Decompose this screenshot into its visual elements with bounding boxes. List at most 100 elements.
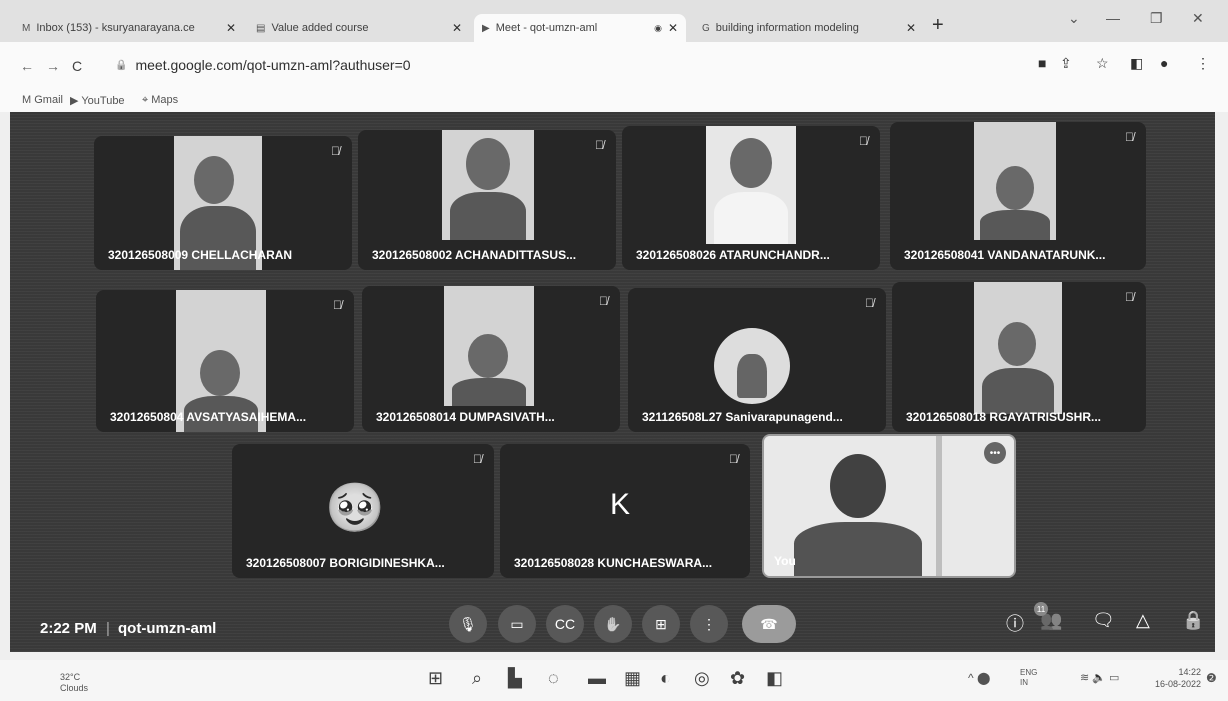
profile-avatar[interactable]: ● (1160, 55, 1168, 71)
meeting-time: 2:22 PM (40, 620, 97, 637)
mic-off-icon: 🎙̸ (729, 452, 738, 466)
store-icon[interactable]: ▦ (624, 668, 641, 689)
meeting-code: qot-umzn-aml (118, 620, 217, 637)
mic-off-icon: 🎙̸ (865, 296, 874, 310)
mic-icon: 🎙 (459, 615, 477, 632)
app-icon-2[interactable]: ✿ (730, 668, 745, 689)
participant-tile[interactable]: K 🎙̸ 320126508028 KUNCHAESWARA... (500, 444, 750, 578)
network-volume-battery-icon[interactable]: ≋ 🔈 ▭ (1080, 671, 1119, 684)
mic-off-icon: 🎙̸ (1125, 130, 1134, 144)
notification-icon[interactable]: ❷ (1206, 671, 1217, 685)
chrome-icon[interactable]: ◎ (694, 668, 710, 689)
participant-name: 320126508002 ACHANADITTASUS... (372, 248, 577, 262)
maps-icon: ⌖ (142, 94, 152, 106)
tab-close-button[interactable]: ✕ (226, 21, 236, 35)
participant-tile[interactable]: 🎙̸ 320126508009 CHELLACHARAN (94, 136, 352, 270)
captions-button[interactable]: CC (546, 605, 584, 643)
weather-widget[interactable]: 32°C Clouds (60, 672, 88, 694)
tray-chevron-icon[interactable]: ^ ⬤ (968, 671, 990, 685)
tab-gmail[interactable]: M Inbox (153) - ksuryanarayana.ce ✕ (14, 14, 244, 42)
participant-name: 320126508018 RGAYATRISUSHR... (906, 410, 1101, 424)
more-button[interactable]: ⋮ (690, 605, 728, 643)
chevron-down-icon[interactable]: ⌄ (1068, 10, 1080, 27)
participant-name: 321126508L27 Sanivarapunagend... (642, 410, 843, 424)
emoji-avatar: 🥹 (325, 481, 385, 535)
system-clock[interactable]: 14:22 16-08-2022 (1155, 666, 1201, 690)
chat-button[interactable]: 🗨 (1092, 610, 1115, 631)
back-button[interactable]: ← (20, 58, 34, 74)
mic-button[interactable]: 🎙 (449, 605, 487, 643)
weather-condition: Clouds (60, 683, 89, 693)
participant-name: 320126508041 VANDANATARUNK... (904, 248, 1106, 262)
taskview-icon[interactable]: ▙ (508, 668, 522, 689)
participant-tile[interactable]: 🎙̸ 320126508014 DUMPASIVATH... (362, 286, 620, 432)
raise-hand-button[interactable]: ✋ (594, 605, 632, 643)
gmail-icon: M (22, 94, 35, 106)
participant-tile[interactable]: 🎙̸ 320126508041 VANDANATARUNK... (890, 122, 1146, 270)
leave-call-button[interactable]: ☎ (742, 605, 796, 643)
sidepanel-icon[interactable]: ◧ (1130, 55, 1143, 72)
chat-app-icon[interactable]: ◌ (548, 668, 559, 689)
tab-close-button[interactable]: ✕ (906, 21, 916, 35)
explorer-icon[interactable]: ▬ (588, 668, 606, 689)
participant-tile[interactable]: 🎙̸ 321126508L27 Sanivarapunagend... (628, 288, 886, 432)
participant-tile[interactable]: 🎙̸ 32012650804 AVSATYASAIHEMA... (96, 290, 354, 432)
recording-dot-icon: ◉ (654, 22, 662, 33)
mic-off-icon: 🎙̸ (331, 144, 340, 158)
tab-close-button[interactable]: ✕ (452, 21, 462, 35)
mic-off-icon: 🎙̸ (333, 298, 342, 312)
info-button[interactable]: ⓘ (1006, 610, 1024, 636)
app-icon-3[interactable]: ◧ (766, 668, 783, 689)
mic-off-icon: 🎙̸ (599, 294, 608, 308)
participant-tile[interactable]: 🥹 🎙̸ 320126508007 BORIGIDINESHKA... (232, 444, 494, 578)
participant-name: 320126508007 BORIGIDINESHKA... (246, 556, 445, 570)
minimize-button[interactable]: — (1106, 10, 1120, 26)
reload-button[interactable]: C (72, 58, 82, 74)
participant-tile[interactable]: 🎙̸ 320126508026 ATARUNCHANDR... (622, 126, 880, 270)
mic-off-icon: 🎙̸ (1125, 290, 1134, 304)
tab-bar: M Inbox (153) - ksuryanarayana.ce ✕ ▤ Va… (0, 0, 1228, 42)
participant-tile[interactable]: 🎙̸ 320126508002 ACHANADITTASUS... (358, 130, 616, 270)
present-icon: ⊞ (655, 615, 667, 632)
language-indicator[interactable]: ENG IN (1020, 668, 1037, 688)
gmail-icon: M (22, 22, 31, 34)
restore-button[interactable]: ❐ (1150, 10, 1163, 27)
participant-video (442, 130, 534, 240)
start-icon[interactable]: ⊞ (428, 668, 443, 689)
bookmark-maps[interactable]: ⌖ Maps (142, 94, 178, 107)
tab-close-button[interactable]: ✕ (668, 21, 678, 35)
meet-icon: ▶ (482, 22, 490, 34)
more-options-icon[interactable]: ••• (984, 442, 1006, 464)
captions-icon: CC (554, 616, 576, 632)
tab-title: Inbox (153) - ksuryanarayana.ce (36, 22, 195, 34)
self-view-tile[interactable]: ••• You (762, 434, 1016, 578)
forward-button[interactable]: → (46, 58, 60, 74)
google-icon: G (702, 22, 710, 34)
bookmark-gmail[interactable]: M Gmail (22, 94, 63, 106)
tab-meet[interactable]: ▶ Meet - qot-umzn-aml ◉ ✕ (474, 14, 686, 42)
tab-bim-search[interactable]: G building information modeling ✕ (694, 14, 924, 42)
camera-icon[interactable]: ■ (1038, 55, 1046, 71)
activities-button[interactable]: △ (1136, 610, 1150, 631)
host-controls-button[interactable]: 🔒 (1182, 610, 1204, 631)
tab-title: building information modeling (715, 22, 859, 34)
present-button[interactable]: ⊞ (642, 605, 680, 643)
star-icon[interactable]: ☆ (1096, 55, 1109, 72)
participant-tile[interactable]: 🎙̸ 320126508018 RGAYATRISUSHR... (892, 282, 1146, 432)
mic-off-icon: 🎙̸ (859, 134, 868, 148)
camera-button[interactable]: ▭ (498, 605, 536, 643)
url-text: meet.google.com/qot-umzn-aml?authuser=0 (135, 57, 411, 73)
forms-icon: ▤ (256, 22, 266, 34)
app-icon[interactable]: ◐ (660, 668, 671, 689)
meet-stage: 🎙̸ 320126508009 CHELLACHARAN 🎙̸ 32012650… (10, 112, 1215, 652)
address-bar[interactable]: 🔒 meet.google.com/qot-umzn-aml?authuser=… (115, 50, 1015, 80)
menu-kebab-icon[interactable]: ⋮ (1196, 55, 1210, 72)
share-icon[interactable]: ⇪ (1060, 55, 1072, 72)
new-tab-button[interactable]: + (932, 14, 944, 37)
close-window-button[interactable]: ✕ (1192, 10, 1204, 27)
bookmark-youtube[interactable]: ▶ YouTube (70, 94, 125, 107)
search-icon[interactable]: ⌕ (472, 668, 482, 689)
temperature: 32°C (60, 672, 81, 682)
tab-value-added-course[interactable]: ▤ Value added course ✕ (248, 14, 470, 42)
participant-video (974, 282, 1062, 414)
